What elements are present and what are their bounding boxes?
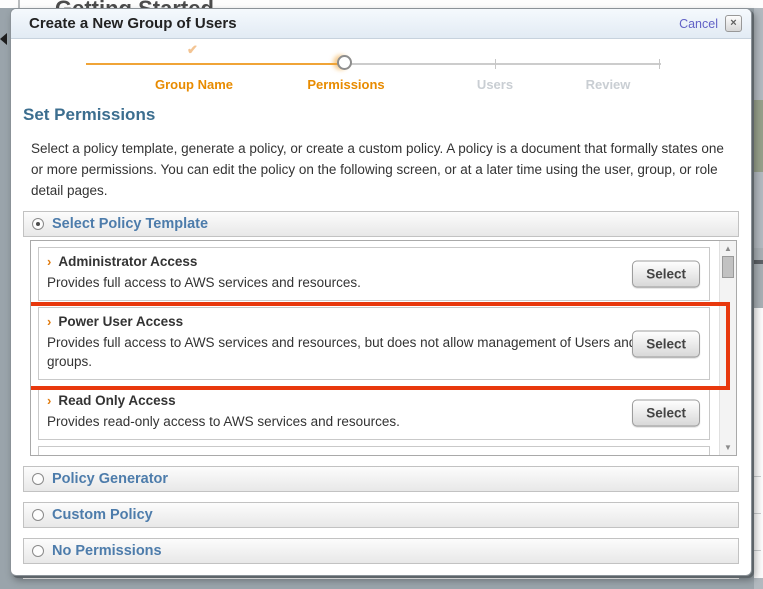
select-button-power-user-access[interactable]: Select [632,330,700,357]
chevron-right-icon: › [47,254,51,269]
template-row-administrator-access: › Administrator Access Provides full acce… [38,247,710,301]
create-group-dialog: Create a New Group of Users Cancel × ✔ G… [10,8,752,576]
template-row-read-only-access: › Read Only Access Provides read-only acc… [38,386,710,440]
template-title: › Administrator Access [47,254,637,269]
step-review: Review [586,77,631,92]
background-block [754,248,763,308]
background-block [754,308,763,578]
template-title: › Power User Access [47,314,637,329]
stepper-tick [659,59,660,69]
section-no-permissions[interactable]: No Permissions [23,538,739,564]
section-select-policy-template[interactable]: Select Policy Template [23,211,739,237]
section-label: Select Policy Template [52,216,208,232]
intro-text: Select a policy template, generate a pol… [31,138,727,201]
scroll-down-icon[interactable]: ▼ [720,443,736,452]
select-button-read-only-access[interactable]: Select [632,400,700,427]
step-users: Users [477,77,513,92]
step-complete-check-icon: ✔ [187,42,198,58]
select-button-administrator-access[interactable]: Select [632,261,700,288]
section-label: Policy Generator [52,471,168,487]
dialog-header: Create a New Group of Users Cancel × [11,9,751,39]
scroll-up-icon[interactable]: ▲ [720,244,736,253]
section-custom-policy[interactable]: Custom Policy [23,502,739,528]
step-group-name: Group Name [155,77,233,92]
page-heading: Set Permissions [23,105,751,125]
step-permissions: Permissions [307,77,384,92]
background-dash [754,550,761,551]
template-description: Provides full access to AWS services and… [47,333,637,371]
background-collapse-arrow-icon [0,33,7,45]
background-page-strip: Getting Started [0,0,763,8]
radio-policy-generator[interactable] [32,473,44,485]
template-title: › Read Only Access [47,393,637,408]
background-right-strip [754,8,763,589]
stepper-tick [495,59,496,69]
dialog-title: Create a New Group of Users [29,15,237,32]
radio-no-permissions[interactable] [32,545,44,557]
template-name: Read Only Access [58,393,175,408]
radio-select-policy-template[interactable] [32,218,44,230]
wizard-stepper: ✔ Group Name Permissions Users Review [11,39,751,99]
template-row-power-user-access: › Power User Access Provides full access … [38,307,710,380]
section-policy-generator[interactable]: Policy Generator [23,466,739,492]
scrollbar-thumb[interactable] [722,256,734,278]
background-divider [18,0,20,8]
list-scrollbar[interactable]: ▲ ▼ [719,241,736,455]
background-page-title: Getting Started [55,0,214,8]
template-name: Administrator Access [58,254,197,269]
chevron-right-icon: › [47,314,51,329]
section-label: Custom Policy [52,507,153,523]
section-label: No Permissions [52,543,162,559]
stepper-line-complete [86,63,347,65]
background-block [754,260,763,264]
footer-divider [23,578,739,579]
template-description: Provides read-only access to AWS service… [47,412,637,431]
policy-template-list: › Administrator Access Provides full acce… [30,240,737,456]
template-row-partial [38,446,710,456]
cancel-link[interactable]: Cancel [679,17,718,31]
radio-custom-policy[interactable] [32,509,44,521]
current-step-marker [337,55,352,70]
background-dash [754,513,761,514]
close-icon[interactable]: × [725,15,742,32]
template-name: Power User Access [58,314,183,329]
background-block [754,100,763,172]
chevron-right-icon: › [47,393,51,408]
template-description: Provides full access to AWS services and… [47,273,637,292]
background-dash [754,476,761,477]
